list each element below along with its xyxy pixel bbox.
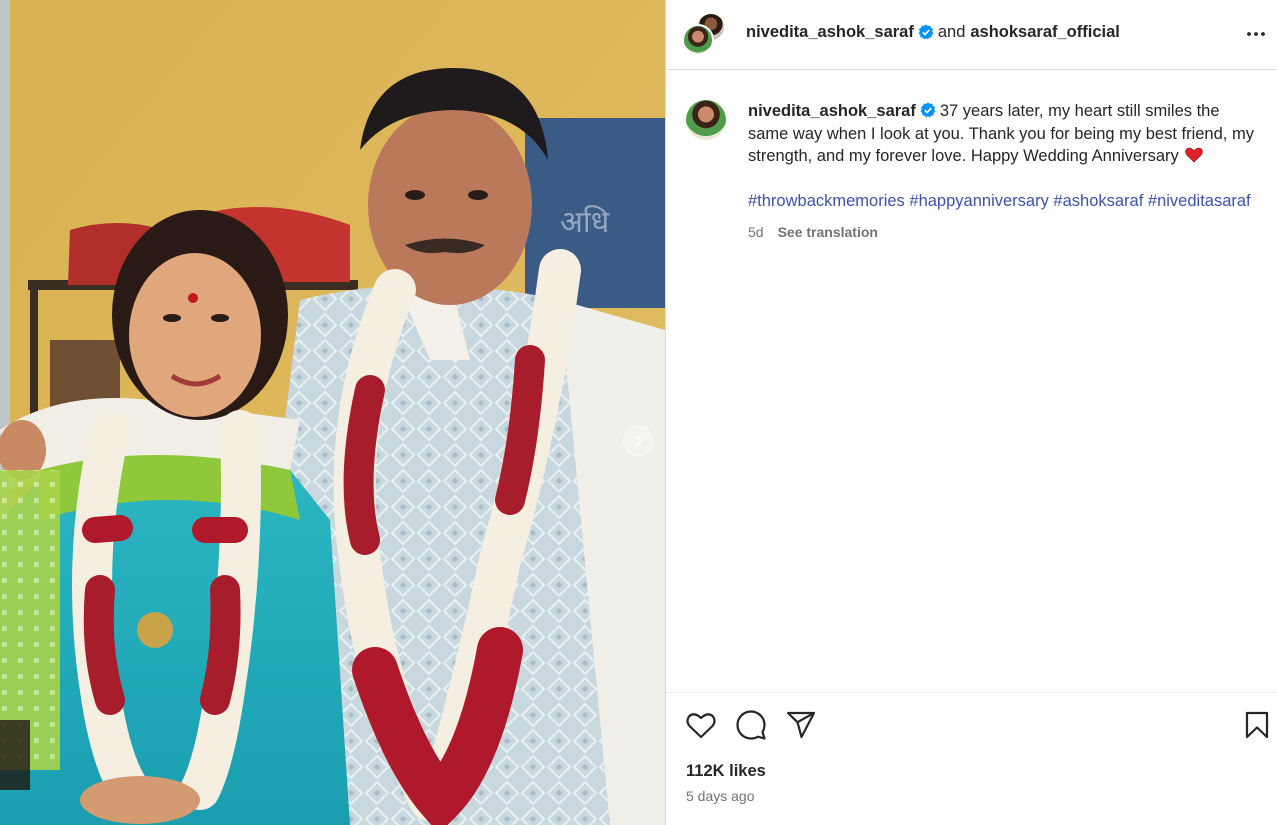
see-translation-button[interactable]: See translation [778,221,878,244]
caption-section: nivedita_ashok_saraf 37 years later, my … [666,70,1277,692]
actions-divider [666,692,1277,693]
comment-bubble-icon [736,710,766,740]
author-username-link[interactable]: nivedita_ashok_saraf [746,23,914,42]
caption-meta: 5d See translation [748,221,1263,244]
bookmark-icon [1245,711,1269,739]
hashtag-link[interactable]: #happyanniversary [909,192,1048,210]
collab-usernames: nivedita_ashok_saraf and ashoksaraf_offi… [746,21,1120,43]
verified-badge-icon [918,24,934,40]
heart-outline-icon [686,713,716,739]
caption-text: nivedita_ashok_saraf 37 years later, my … [748,100,1263,243]
svg-text:अधि: अधि [560,205,610,240]
hashtag-link[interactable]: #niveditasaraf [1148,192,1251,210]
hashtag-link[interactable]: #throwbackmemories [748,192,905,210]
couple-photo-illustration: अधि [0,0,665,825]
collab-avatars[interactable] [682,12,728,56]
share-button[interactable] [784,708,818,742]
heart-emoji-icon [1184,147,1203,163]
verified-badge-icon [920,102,936,118]
post-side-panel: nivedita_ashok_saraf and ashoksaraf_offi… [666,0,1277,825]
more-options-button[interactable] [1244,22,1268,46]
collab-joiner-text: and [937,22,966,41]
post-photo[interactable]: अधि [0,0,665,825]
post-header: nivedita_ashok_saraf and ashoksaraf_offi… [666,0,1277,70]
collaborator-username-link[interactable]: ashoksaraf_official [970,23,1119,42]
post-age: 5d [748,223,764,240]
more-options-icon [1247,32,1265,36]
next-slide-button[interactable] [623,426,653,456]
hashtag-link[interactable]: #ashoksaraf [1053,192,1143,210]
caption-author-link[interactable]: nivedita_ashok_saraf [748,102,916,120]
chevron-right-icon [635,435,643,447]
save-button[interactable] [1240,708,1274,742]
like-button[interactable] [684,708,718,742]
likes-count[interactable]: 112K likes [686,762,766,781]
avatar [682,24,714,56]
hashtag-list: #throwbackmemories #happyanniversary #as… [748,190,1263,213]
paper-plane-icon [786,711,816,739]
action-bar [666,708,1277,744]
avatar[interactable] [686,100,726,140]
post-timestamp[interactable]: 5 days ago [686,788,755,804]
comment-button[interactable] [734,708,768,742]
